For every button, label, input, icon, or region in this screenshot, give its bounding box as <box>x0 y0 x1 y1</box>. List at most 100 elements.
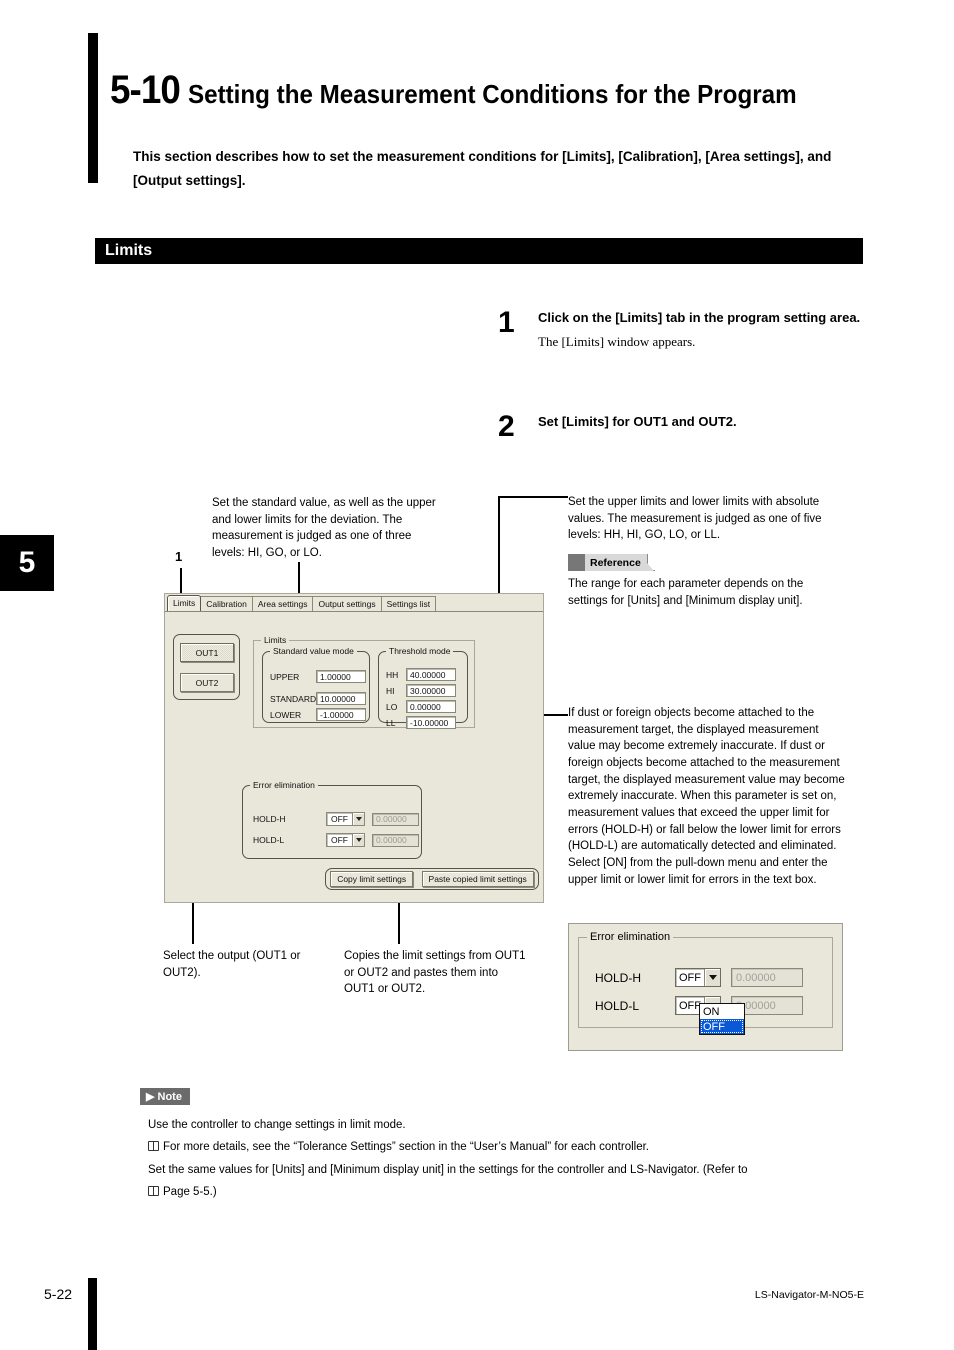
standard-value-mode-label: Standard value mode <box>270 646 357 656</box>
threshold-mode-group: Threshold mode HH 40.00000 HI 30.00000 L… <box>378 646 468 729</box>
reference-badge: Reference <box>568 554 655 571</box>
tab-limits-label: Limits <box>173 598 196 608</box>
note-line-4: Page 5-5.) <box>163 1186 217 1199</box>
output-selector-group: OUT1 OUT2 <box>173 634 240 700</box>
intro-paragraph: This section describes how to set the me… <box>133 149 832 188</box>
tab-strip: Limits Calibration Area settings Output … <box>165 594 543 612</box>
step-2-number: 2 <box>498 410 515 443</box>
paste-copied-limit-settings-button[interactable]: Paste copied limit settings <box>421 871 534 887</box>
field-standard-label: STANDARD <box>270 693 317 704</box>
field-hh-input[interactable]: 40.00000 <box>406 668 456 681</box>
detail-hold-h-input[interactable]: 0.00000 <box>731 968 803 987</box>
footer-page-number: 5-22 <box>44 1286 73 1302</box>
field-lo-label: LO <box>386 701 398 712</box>
note-line-2: For more details, see the “Tolerance Set… <box>163 1141 649 1154</box>
field-lower-input[interactable]: -1.00000 <box>316 708 366 721</box>
page-title-number: 5-10 <box>110 68 181 112</box>
section-header-label: Limits <box>105 242 153 259</box>
output-button-out2[interactable]: OUT2 <box>180 673 234 692</box>
output-button-out1-label: OUT1 <box>195 647 219 658</box>
field-ll-input[interactable]: -10.00000 <box>406 716 456 729</box>
chevron-down-icon <box>352 834 364 846</box>
hold-l-mode-select[interactable]: OFF <box>326 833 365 847</box>
detail-hold-h-value: OFF <box>679 971 701 984</box>
callout-reference-body: The range for each parameter depends on … <box>568 578 804 607</box>
tab-calibration-label: Calibration <box>206 598 247 609</box>
output-button-out1[interactable]: OUT1 <box>180 643 234 662</box>
hold-l-mode-value: OFF <box>331 835 348 845</box>
tab-calibration[interactable]: Calibration <box>200 596 253 611</box>
step-1-sub: The [Limits] window appears. <box>538 334 696 350</box>
tab-limits[interactable]: Limits <box>167 595 202 611</box>
limits-group-label: Limits <box>261 635 290 645</box>
page-title-text: Setting the Measurement Conditions for t… <box>188 79 797 109</box>
standard-value-mode-group: Standard value mode UPPER 1.00000 STANDA… <box>262 646 370 723</box>
copy-limit-settings-button[interactable]: Copy limit settings <box>330 871 414 887</box>
tab-output-settings-label: Output settings <box>318 598 376 609</box>
leader-line-threshold-horizontal <box>498 496 568 498</box>
caption-select-output: Select the output (OUT1 or OUT2). <box>163 950 301 979</box>
field-hi-input[interactable]: 30.00000 <box>406 684 456 697</box>
leader-line-copy-caption <box>398 898 400 944</box>
hold-l-value-input[interactable]: 0.00000 <box>372 833 419 847</box>
note-line-1: Use the controller to change settings in… <box>148 1119 406 1131</box>
page-title: 5-10 Setting the Measurement Conditions … <box>110 68 900 113</box>
header-accent-bar <box>88 33 98 183</box>
row-hold-l-label: HOLD-L <box>253 835 285 845</box>
tab-area-settings[interactable]: Area settings <box>251 596 314 611</box>
field-standard-input[interactable]: 10.00000 <box>316 692 366 705</box>
field-ll: LL -10.00000 <box>386 716 456 729</box>
field-lower: LOWER -1.00000 <box>270 708 366 721</box>
step-1-number: 1 <box>498 306 515 339</box>
note-line-3: Set the same values for [Units] and [Min… <box>148 1163 748 1176</box>
error-elimination-detail-label: Error elimination <box>587 931 674 943</box>
field-lo-input[interactable]: 0.00000 <box>406 700 456 713</box>
tab-area-settings-label: Area settings <box>257 598 308 609</box>
section-header-limits: Limits <box>95 238 863 264</box>
hold-h-value-input[interactable]: 0.00000 <box>372 812 419 826</box>
detail-hold-h-select[interactable]: OFF <box>675 968 721 987</box>
application-screenshot: Limits Calibration Area settings Output … <box>164 593 544 903</box>
threshold-mode-label: Threshold mode <box>386 646 454 656</box>
chapter-tab: 5 <box>0 535 54 591</box>
row-hold-h-label: HOLD-H <box>253 814 286 824</box>
book-icon <box>148 1186 159 1197</box>
caption-copy-paste: Copies the limit settings from OUT1 or O… <box>344 950 526 996</box>
field-lo: LO 0.00000 <box>386 700 456 713</box>
dropdown-option-on[interactable]: ON <box>700 1004 744 1019</box>
reference-badge-label: Reference <box>585 554 654 571</box>
note-badge: ▶ Note <box>140 1088 190 1105</box>
field-standard: STANDARD 10.00000 <box>270 692 366 705</box>
tab-output-settings[interactable]: Output settings <box>312 596 382 611</box>
hold-h-mode-value: OFF <box>331 814 348 824</box>
hold-l-dropdown-list[interactable]: ON OFF <box>699 1003 745 1035</box>
detail-hold-l-label: HOLD-L <box>595 998 640 1013</box>
field-upper-input[interactable]: 1.00000 <box>316 670 366 683</box>
footer-accent-bar <box>88 1278 97 1350</box>
field-hi-label: HI <box>386 685 395 696</box>
dropdown-option-off[interactable]: OFF <box>700 1019 744 1034</box>
detail-row-hold-h: HOLD-H OFF 0.00000 <box>595 968 803 987</box>
hold-h-mode-select[interactable]: OFF <box>326 812 365 826</box>
step-1: 1 Click on the [Limits] tab in the progr… <box>498 306 868 351</box>
book-icon <box>148 1141 159 1152</box>
field-ll-label: LL <box>386 717 396 728</box>
output-button-out2-label: OUT2 <box>195 677 219 688</box>
field-hi: HI 30.00000 <box>386 684 456 697</box>
row-hold-l: HOLD-L OFF 0.00000 <box>253 833 419 847</box>
step-2: 2 Set [Limits] for OUT1 and OUT2. <box>498 412 868 442</box>
tab-settings-list-label: Settings list <box>386 598 431 609</box>
footer-document-id: LS-Navigator-M-NO5-E <box>754 1289 864 1301</box>
callout-marker-1: 1 <box>175 549 183 564</box>
error-elimination-group: Error elimination HOLD-H OFF 0.00000 HOL… <box>242 780 422 859</box>
row-hold-h: HOLD-H OFF 0.00000 <box>253 812 419 826</box>
reference-square-icon <box>568 554 585 571</box>
note-line-4-wrap: Page 5-5.) <box>148 1181 878 1203</box>
tab-settings-list[interactable]: Settings list <box>380 596 437 611</box>
limits-group: Limits Standard value mode UPPER 1.00000… <box>253 635 475 729</box>
note-line-2-wrap: For more details, see the “Tolerance Set… <box>148 1136 878 1158</box>
chevron-down-icon <box>352 813 364 825</box>
step-1-title: Click on the [Limits] tab in the program… <box>538 310 861 325</box>
error-elimination-label: Error elimination <box>250 780 318 790</box>
note-body: Use the controller to change settings in… <box>148 1114 878 1204</box>
